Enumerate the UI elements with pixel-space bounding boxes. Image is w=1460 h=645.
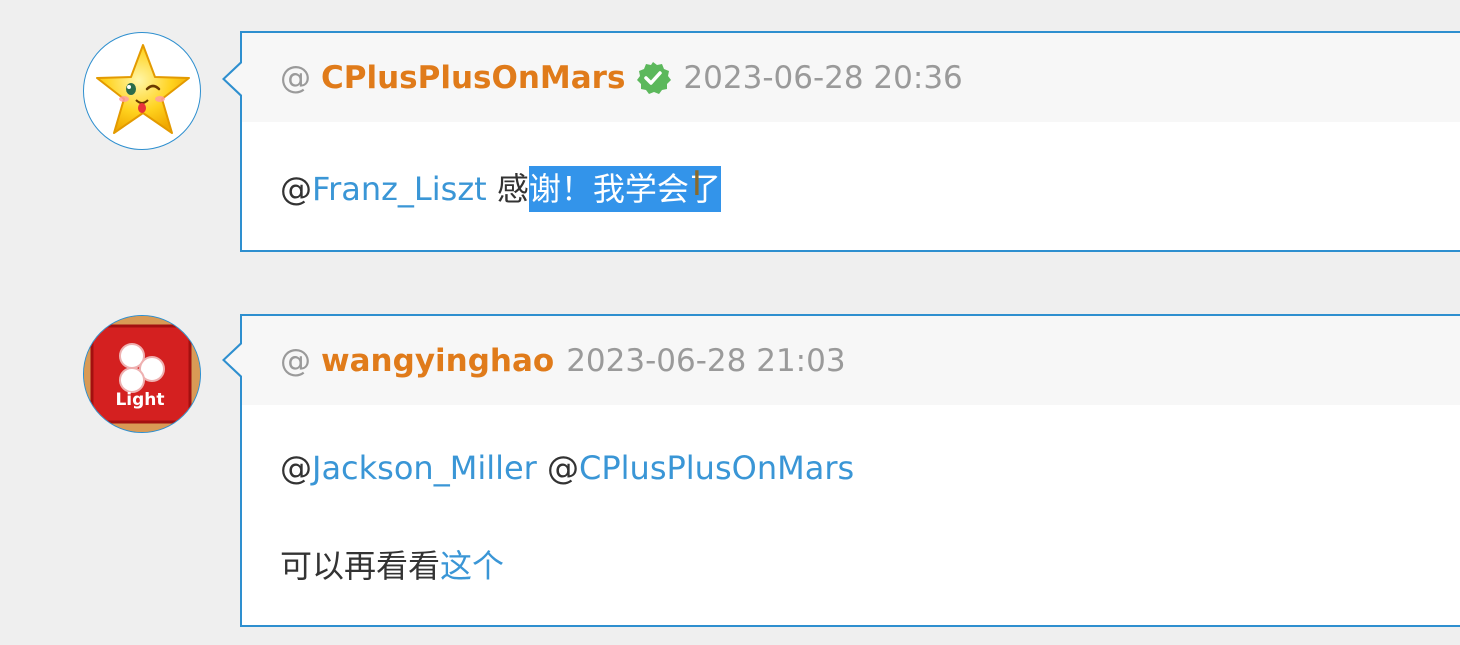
comment-box: @ CPlusPlusOnMars 2023-06-28 20:36 @Fran… [240, 31, 1460, 252]
comment-line-2: 可以再看看这个 [280, 541, 1460, 587]
bubble-pointer-fill [225, 63, 242, 95]
comment-line-1: @Jackson_Miller @CPlusPlusOnMars [280, 449, 1460, 487]
bubble-pointer-fill [225, 344, 242, 376]
avatar[interactable] [83, 32, 201, 150]
mention-link[interactable]: Franz_Liszt [312, 170, 487, 208]
mention-at: @ [280, 449, 312, 487]
at-prefix: @ [280, 342, 311, 379]
comment-body: @Franz_Liszt 感谢！我学会了 I [242, 122, 1460, 212]
content-link[interactable]: 这个 [440, 547, 504, 585]
winking-star-icon [96, 44, 190, 134]
text-cursor-icon: I [691, 164, 702, 204]
comment-body: @Jackson_Miller @CPlusPlusOnMars 可以再看看这个 [242, 405, 1460, 587]
comment-header: @ wangyinghao 2023-06-28 21:03 [242, 316, 1460, 405]
username-link[interactable]: CPlusPlusOnMars [321, 60, 625, 96]
mention-link[interactable]: Jackson_Miller [312, 449, 537, 487]
mention-at: @ [280, 170, 312, 208]
comment-text: 可以再看看 [280, 547, 441, 585]
timestamp: 2023-06-28 20:36 [683, 59, 963, 96]
comment-text: 感 [486, 170, 529, 208]
avatar-label: Light [115, 390, 164, 410]
at-prefix: @ [280, 59, 311, 96]
avatar[interactable]: Light [83, 315, 201, 433]
mention-at: @ [536, 449, 579, 487]
selected-text: 谢！我学会了 I [528, 164, 721, 212]
comment-header: @ CPlusPlusOnMars 2023-06-28 20:36 [242, 33, 1460, 122]
verified-check-icon [637, 61, 672, 94]
username-link[interactable]: wangyinghao [321, 343, 554, 379]
timestamp: 2023-06-28 21:03 [566, 342, 846, 379]
comment-box: @ wangyinghao 2023-06-28 21:03 @Jackson_… [240, 314, 1460, 627]
light-game-icon: Light [84, 316, 200, 432]
mention-link[interactable]: CPlusPlusOnMars [579, 449, 854, 487]
